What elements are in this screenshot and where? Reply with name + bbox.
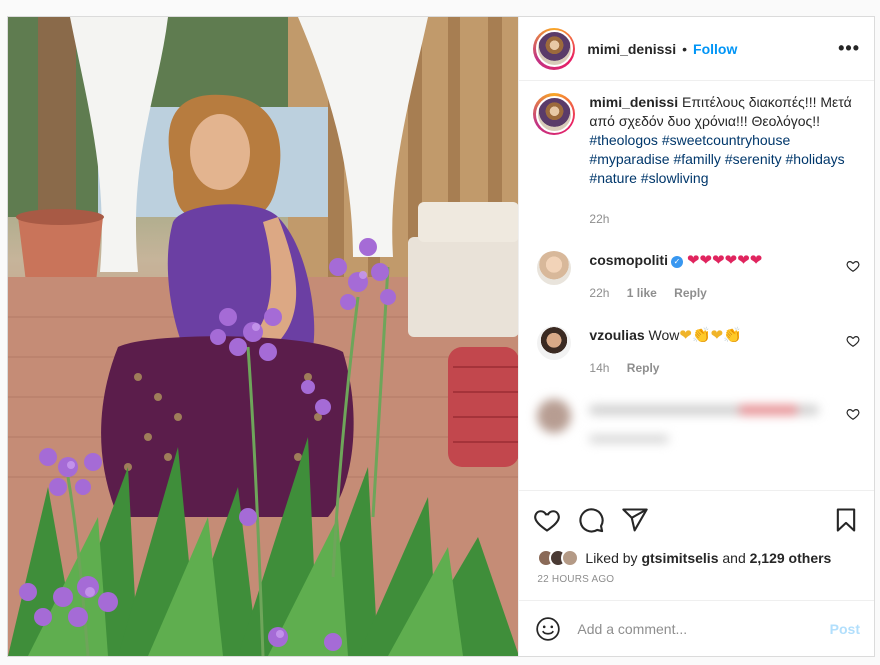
like-comment-heart-icon[interactable] [846,407,860,421]
liker-avatars[interactable] [537,549,580,567]
save-bookmark-icon[interactable] [832,506,860,534]
post-comment-button[interactable]: Post [830,621,860,637]
likes-summary: Liked by gtsimitselis and 2,129 others [519,548,874,568]
more-options-icon[interactable]: ••• [838,38,860,59]
caption-username[interactable]: mimi_denissi [589,94,678,110]
add-comment-bar: Post [519,600,874,656]
comment-likes[interactable]: 1 like [627,286,657,300]
liked-by-prefix: Liked by [585,550,638,566]
reply-button[interactable]: Reply [627,361,660,375]
separator-dot: • [682,40,688,57]
comment-input[interactable] [577,620,830,637]
hashtag-link[interactable]: #familly [673,151,720,167]
comment-text: ❤❤❤❤❤❤ [686,252,763,269]
reply-button[interactable]: Reply [674,286,707,300]
comment-avatar[interactable] [537,251,572,285]
post-caption: mimi_denissi Επιτέλους διακοπές!!! Μετά … [533,93,860,229]
comment-avatar[interactable] [537,399,572,433]
post-header: mimi_denissi • Follow ••• [519,17,874,81]
comment-text: Wow [648,327,680,343]
hashtag-link[interactable]: #sweetcountryhouse [662,132,790,148]
hashtag-link[interactable]: #nature [589,170,636,186]
caption-timestamp[interactable]: 22h [589,212,609,226]
liked-by-and: and [722,550,746,566]
verified-badge-icon: ✓ [670,256,683,268]
post-side-panel: mimi_denissi • Follow ••• mimi_denissi Ε… [518,17,874,656]
comment-timestamp[interactable]: 14h [589,361,609,375]
comment-bubble-icon[interactable] [577,506,605,534]
like-heart-icon[interactable] [533,506,561,534]
hashtag-link[interactable]: #slowliving [641,170,709,186]
like-comment-heart-icon[interactable] [846,334,860,348]
caption-avatar[interactable] [533,93,576,135]
post-modal: mimi_denissi • Follow ••• mimi_denissi Ε… [7,16,875,657]
comment-username[interactable]: vzoulias [589,327,644,343]
comments-list[interactable]: mimi_denissi Επιτέλους διακοπές!!! Μετά … [519,81,874,490]
liked-by-user[interactable]: gtsimitselis [641,550,718,566]
follow-button[interactable]: Follow [693,41,737,57]
share-paper-plane-icon[interactable] [621,506,649,534]
comment-timestamp[interactable]: 22h [589,286,609,300]
hashtag-link[interactable]: #myparadise [589,151,669,167]
author-username[interactable]: mimi_denissi [587,41,676,57]
comment-avatar[interactable] [537,326,572,360]
post-timestamp[interactable]: 22 HOURS AGO [519,568,874,590]
likes-count[interactable]: 2,129 others [750,550,832,566]
post-image-illustration [8,17,519,656]
author-avatar[interactable] [533,27,576,70]
hashtag-link[interactable]: #theologos [589,132,658,148]
comment-item: cosmopoliti ✓ ❤❤❤❤❤❤ 22h 1 like Reply [533,251,860,302]
blurred-comment-content [589,399,839,443]
like-comment-heart-icon[interactable] [846,259,860,273]
hashtag-link[interactable]: #holidays [786,151,845,167]
hashtag-link[interactable]: #serenity [725,151,782,167]
comment-username[interactable]: cosmopoliti [589,252,668,268]
emoji-smile-icon[interactable] [535,616,561,642]
post-photo[interactable] [8,17,519,656]
comment-item-blurred [533,399,860,443]
comment-item: vzoulias Wow❤👏❤👏 14h Reply [533,326,860,377]
comment-emoji: ❤👏❤👏 [679,327,742,344]
post-actions-bar [519,490,874,548]
